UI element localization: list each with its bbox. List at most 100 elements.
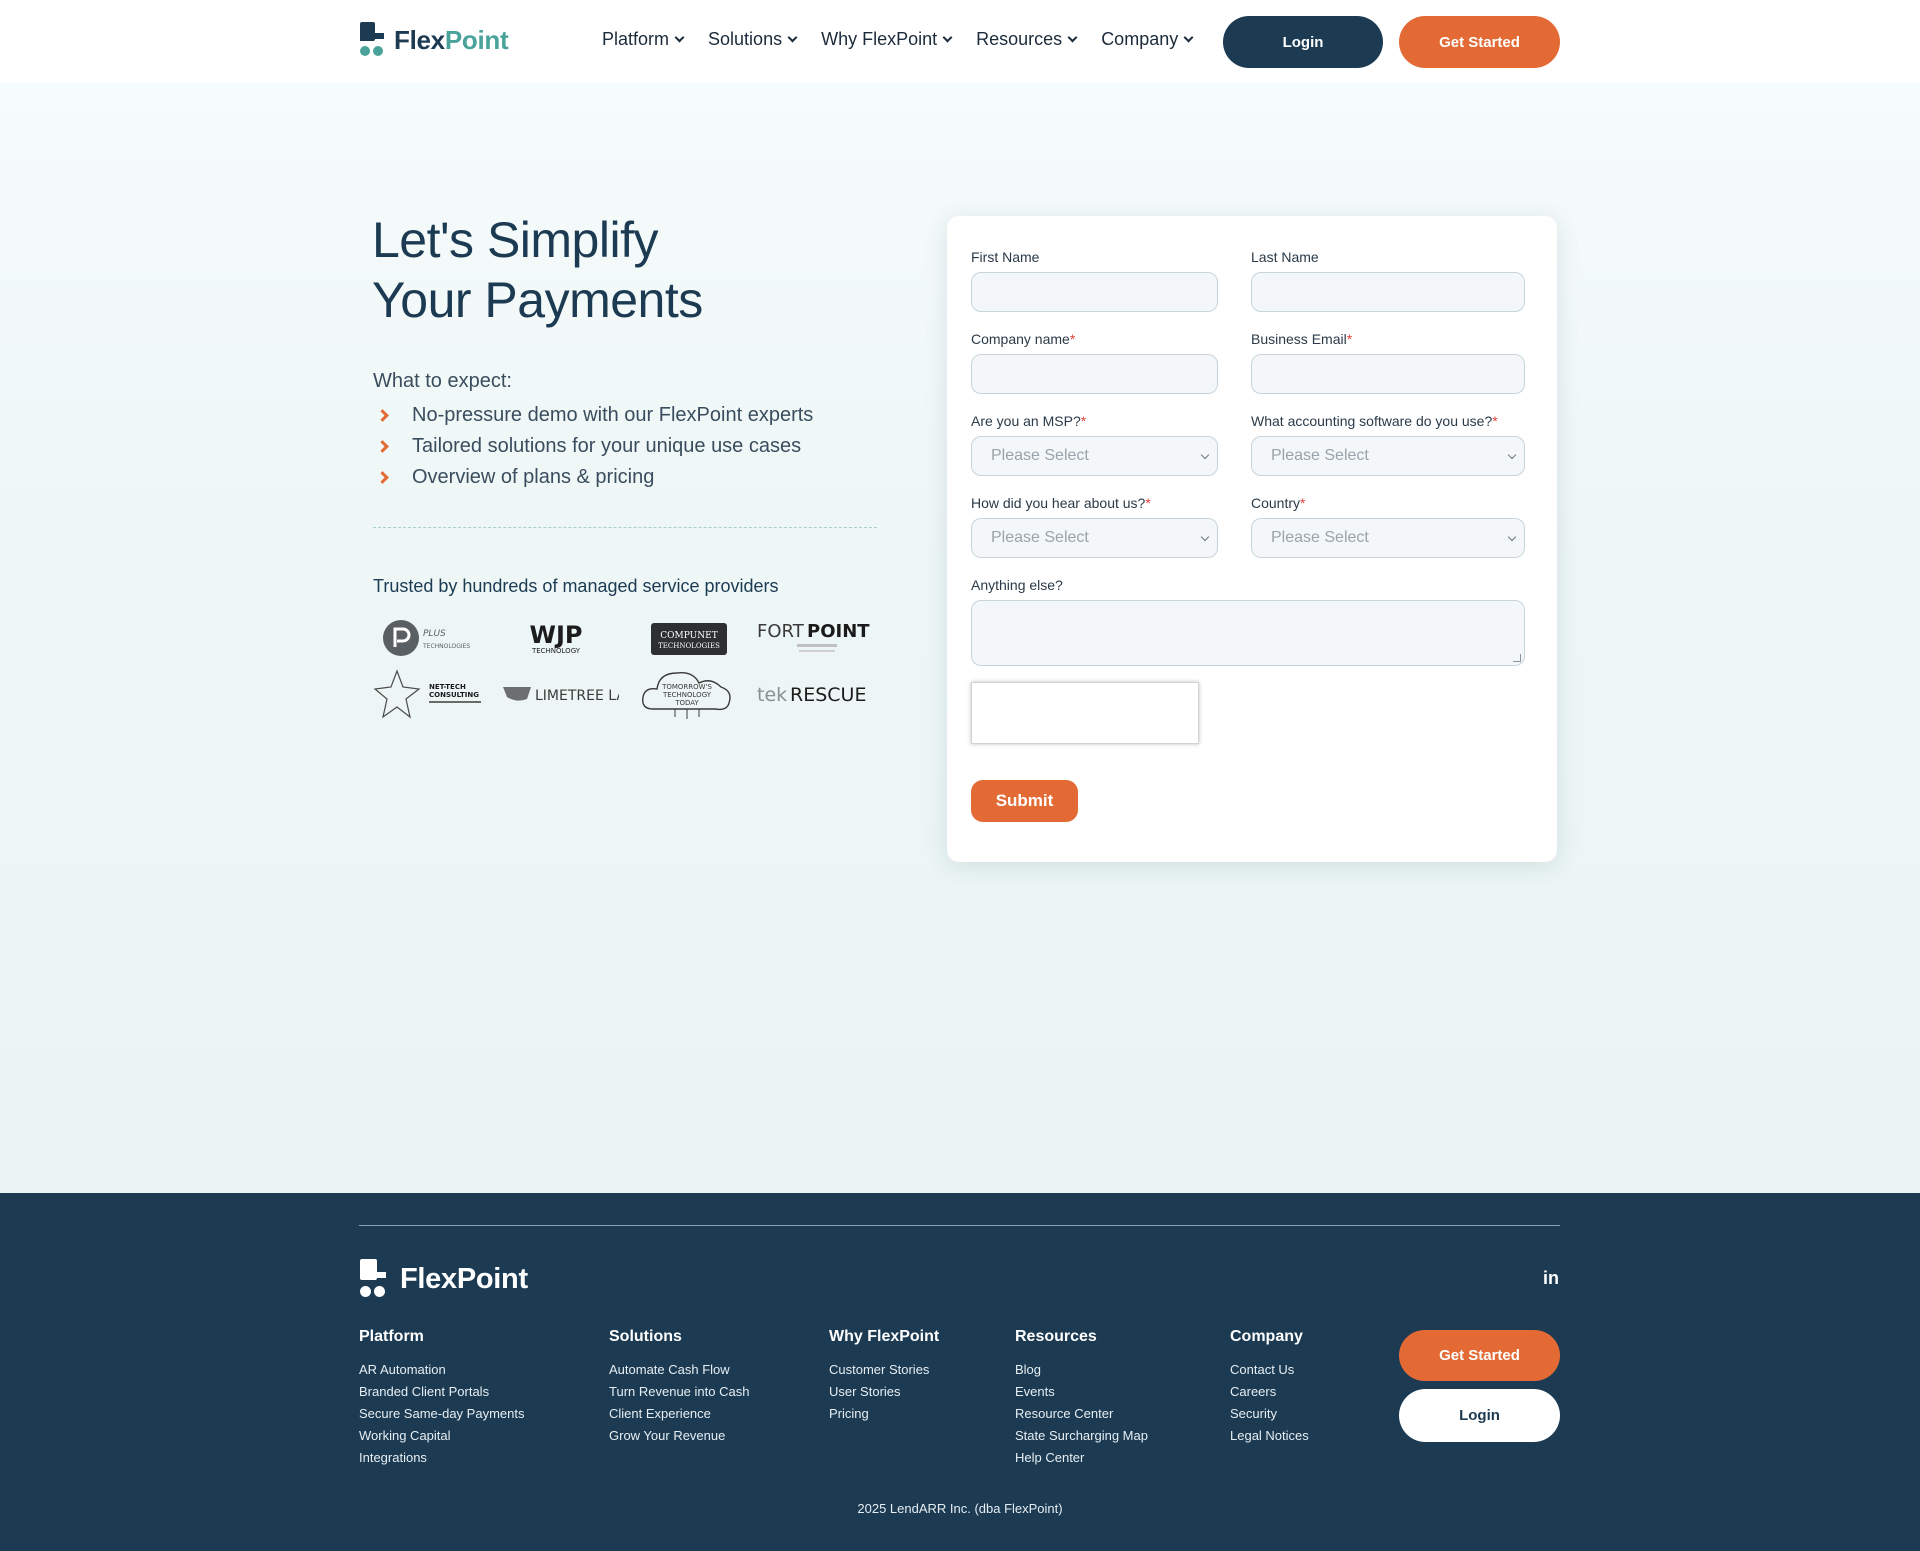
trusted-heading: Trusted by hundreds of managed service p…: [373, 576, 779, 596]
header-login-button[interactable]: Login: [1223, 16, 1383, 68]
chevron-down-icon: [1183, 32, 1194, 43]
svg-text:TECHNOLOGY: TECHNOLOGY: [531, 647, 581, 655]
site-header: FlexPoint Platform Solutions Why FlexPoi…: [0, 0, 1920, 82]
partner-logo-tekrescue: tek RESCUE: [755, 677, 879, 711]
footer-divider: [359, 1225, 1560, 1226]
footer-link[interactable]: State Surcharging Map: [1015, 1425, 1148, 1447]
svg-text:NET-TECH: NET-TECH: [429, 683, 466, 691]
footer-get-started-button[interactable]: Get Started: [1399, 1330, 1560, 1381]
svg-text:POINT: POINT: [807, 621, 870, 642]
footer-col-title: Resources: [1015, 1328, 1097, 1345]
expect-title: What to expect:: [373, 370, 512, 392]
chevron-down-icon: [674, 32, 685, 43]
footer-link[interactable]: Pricing: [829, 1403, 939, 1425]
anything-else-label: Anything else?: [971, 577, 1063, 593]
flexpoint-logo-icon: [360, 1259, 386, 1299]
footer-link[interactable]: Help Center: [1015, 1447, 1148, 1469]
accounting-software-select[interactable]: Please Select: [1251, 436, 1525, 476]
nav-solutions[interactable]: Solutions: [708, 29, 798, 50]
flexpoint-logo-icon: [360, 22, 384, 58]
footer-col-title: Company: [1230, 1328, 1303, 1345]
nav-company[interactable]: Company: [1101, 29, 1194, 50]
footer-link[interactable]: Secure Same-day Payments: [359, 1403, 524, 1425]
footer-link[interactable]: Blog: [1015, 1359, 1148, 1381]
partner-logo-compunet: COMPUNET TECHNOLOGIES: [651, 623, 727, 655]
accounting-software-label: What accounting software do you use?*: [1251, 413, 1498, 429]
footer-link[interactable]: Customer Stories: [829, 1359, 939, 1381]
footer-link[interactable]: Careers: [1230, 1381, 1309, 1403]
footer-col-solutions: Solutions Automate Cash Flow Turn Revenu…: [609, 1328, 749, 1447]
main-nav: Platform Solutions Why FlexPoint Resourc…: [602, 29, 1217, 50]
partner-logo-fortpoint: FORT POINT: [755, 617, 879, 659]
footer-link[interactable]: Resource Center: [1015, 1403, 1148, 1425]
footer-col-title: Platform: [359, 1328, 424, 1345]
footer-login-button[interactable]: Login: [1399, 1389, 1560, 1442]
last-name-label: Last Name: [1251, 249, 1319, 265]
svg-text:RESCUE: RESCUE: [790, 684, 866, 706]
footer-link[interactable]: Events: [1015, 1381, 1148, 1403]
first-name-label: First Name: [971, 249, 1040, 265]
first-name-field[interactable]: [971, 272, 1218, 312]
footer-link[interactable]: User Stories: [829, 1381, 939, 1403]
svg-text:LIMETREE LABS: LIMETREE LABS: [535, 688, 619, 704]
demo-request-form: First Name Last Name Company name* Busin…: [947, 216, 1557, 862]
svg-text:TECHNOLOGIES: TECHNOLOGIES: [658, 642, 720, 650]
footer-link[interactable]: Legal Notices: [1230, 1425, 1309, 1447]
msp-label: Are you an MSP?*: [971, 413, 1087, 429]
chevron-down-icon: [942, 32, 953, 43]
svg-text:FORT: FORT: [757, 621, 805, 642]
partner-logo-limetree: LIMETREE LABS: [501, 677, 619, 711]
section-divider: [373, 527, 877, 528]
list-item: No-pressure demo with our FlexPoint expe…: [376, 400, 813, 431]
submit-button[interactable]: Submit: [971, 780, 1078, 822]
partner-logo-wjp: WJP TECHNOLOGY: [519, 617, 593, 659]
hear-about-select[interactable]: Please Select: [971, 518, 1218, 558]
chevron-right-icon: [376, 409, 389, 422]
footer-link[interactable]: Automate Cash Flow: [609, 1359, 749, 1381]
chevron-down-icon: [787, 32, 798, 43]
list-item: Overview of plans & pricing: [376, 462, 813, 493]
footer-col-platform: Platform AR Automation Branded Client Po…: [359, 1328, 524, 1469]
nav-platform[interactable]: Platform: [602, 29, 685, 50]
anything-else-textarea[interactable]: [971, 600, 1525, 666]
business-email-field[interactable]: [1251, 354, 1525, 394]
page-title: Let's Simplify Your Payments: [372, 212, 703, 328]
footer-link[interactable]: Branded Client Portals: [359, 1381, 524, 1403]
company-name-label: Company name*: [971, 331, 1076, 347]
footer-link[interactable]: Integrations: [359, 1447, 524, 1469]
chevron-down-icon: [1507, 532, 1517, 542]
last-name-field[interactable]: [1251, 272, 1525, 312]
expect-list: No-pressure demo with our FlexPoint expe…: [376, 400, 813, 493]
svg-text:COMPUNET: COMPUNET: [660, 631, 717, 641]
company-name-field[interactable]: [971, 354, 1218, 394]
chevron-down-icon: [1507, 450, 1517, 460]
nav-resources[interactable]: Resources: [976, 29, 1078, 50]
footer-link[interactable]: AR Automation: [359, 1359, 524, 1381]
footer-link[interactable]: Working Capital: [359, 1425, 524, 1447]
footer-link[interactable]: Turn Revenue into Cash: [609, 1381, 749, 1403]
resize-handle-icon[interactable]: [1513, 654, 1521, 662]
footer-col-why-flexpoint: Why FlexPoint Customer Stories User Stor…: [829, 1328, 939, 1425]
footer-link[interactable]: Security: [1230, 1403, 1309, 1425]
flexpoint-logo[interactable]: FlexPoint: [360, 22, 509, 58]
footer-col-title: Why FlexPoint: [829, 1328, 940, 1345]
msp-select[interactable]: Please Select: [971, 436, 1218, 476]
site-footer: FlexPoint in Platform AR Automation Bran…: [0, 1193, 1920, 1551]
hero-section: Let's Simplify Your Payments What to expe…: [0, 82, 1920, 1193]
footer-link[interactable]: Grow Your Revenue: [609, 1425, 749, 1447]
country-select[interactable]: Please Select: [1251, 518, 1525, 558]
linkedin-icon[interactable]: in: [1543, 1268, 1559, 1289]
captcha-widget[interactable]: [971, 682, 1199, 744]
footer-logo-wordmark: FlexPoint: [400, 1262, 528, 1295]
chevron-down-icon: [1200, 532, 1210, 542]
svg-text:CONSULTING: CONSULTING: [429, 691, 479, 699]
nav-why-flexpoint[interactable]: Why FlexPoint: [821, 29, 953, 50]
footer-link[interactable]: Contact Us: [1230, 1359, 1309, 1381]
hear-about-label: How did you hear about us?*: [971, 495, 1151, 511]
header-get-started-button[interactable]: Get Started: [1399, 16, 1560, 68]
footer-link[interactable]: Client Experience: [609, 1403, 749, 1425]
svg-text:TOMORROW'S: TOMORROW'S: [661, 683, 712, 691]
chevron-down-icon: [1200, 450, 1210, 460]
chevron-right-icon: [376, 440, 389, 453]
footer-logo[interactable]: FlexPoint: [360, 1259, 528, 1299]
